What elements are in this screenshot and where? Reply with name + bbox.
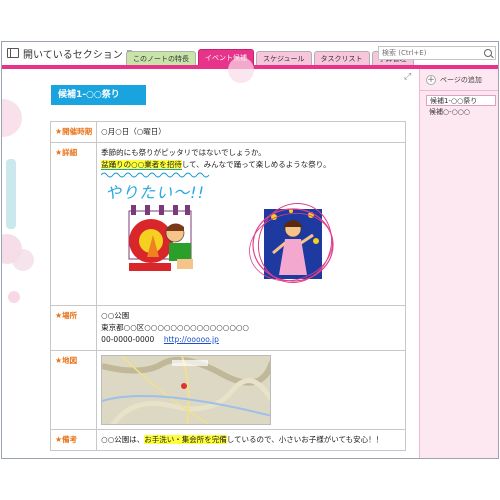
- place-name: ○○公園: [101, 311, 130, 320]
- onenote-window: 開いているセクション ▼ このノートの特長 イベント候補 スケジュール タスクリ…: [1, 41, 499, 459]
- place-address: 東京都○○区○○○○○○○○○○○○○○○○: [101, 323, 249, 332]
- detail-line: 盆踊りの○○業者を招待して、みんなで踊って楽しめるような祭り。: [101, 160, 331, 170]
- handwritten-note: やりたい〜!!: [105, 183, 206, 202]
- clipart-images: [128, 202, 334, 284]
- plus-icon: +: [426, 74, 436, 85]
- notebook-icon: [7, 48, 19, 58]
- row-label: ★詳細: [49, 142, 98, 306]
- page-list-sidebar: + ページの追加 候補1-○○祭り 候補○-○○○: [419, 69, 498, 458]
- detail-cell[interactable]: 季節的にも祭りがピッタリではないでしょうか。 盆踊りの○○業者を招待して、みんな…: [96, 142, 407, 306]
- place-url-link[interactable]: http://ooooo.jp: [164, 335, 219, 344]
- page-item-selected[interactable]: 候補1-○○祭り: [426, 95, 496, 106]
- tab-schedule[interactable]: スケジュール: [256, 51, 312, 65]
- decor-circle: [2, 99, 22, 137]
- wavy-underline: [100, 172, 210, 178]
- table-row: ★詳細 季節的にも祭りがピッタリではないでしょうか。 盆踊りの○○業者を招待して…: [49, 142, 407, 306]
- tab-notebook-features[interactable]: このノートの特長: [126, 51, 196, 65]
- search-input[interactable]: [382, 49, 482, 57]
- note-cell[interactable]: ○○公園は、お手洗い・集会所を完備しているので、小さいお子様がいても安心！！: [96, 429, 407, 451]
- map-graphic: [102, 356, 271, 424]
- map-cell[interactable]: [96, 350, 407, 430]
- page-item[interactable]: 候補○-○○○: [426, 107, 496, 118]
- tab-task-list[interactable]: タスクリスト: [313, 51, 370, 65]
- drum-clipart: [128, 205, 194, 271]
- row-label: ★場所: [49, 305, 98, 351]
- section-tabs: このノートの特長 イベント候補 スケジュール タスクリスト 予算管理: [126, 47, 416, 65]
- decor-circle: [12, 249, 34, 271]
- decor-circle: [228, 57, 254, 83]
- page-title: 候補1-○○祭り: [51, 85, 146, 105]
- highlighted-text: お手洗い・集会所を完備: [144, 435, 227, 444]
- decor-bar: [6, 159, 16, 229]
- place-contact: 00-0000-0000 http://ooooo.jp: [101, 334, 401, 346]
- date-value[interactable]: ○月○日（○曜日）: [96, 121, 407, 143]
- map-image[interactable]: [101, 355, 272, 425]
- section-dropdown[interactable]: 開いているセクション ▼: [7, 46, 132, 61]
- expand-icon[interactable]: ⤢: [404, 72, 411, 82]
- row-label: ★地図: [49, 350, 98, 430]
- page-canvas[interactable]: ⤢ 候補1-○○祭り ★開催時期 ○月○日（○曜日） ★詳細 季節的にも祭りがピ…: [2, 57, 419, 458]
- add-page-label: ページの追加: [440, 75, 482, 84]
- decor-circle: [8, 291, 20, 303]
- event-info-table: ★開催時期 ○月○日（○曜日） ★詳細 季節的にも祭りがピッタリではないでしょう…: [49, 121, 407, 451]
- detail-line: 季節的にも祭りがピッタリではないでしょうか。: [101, 148, 266, 157]
- search-box[interactable]: [378, 46, 496, 60]
- row-label: ★開催時期: [49, 121, 98, 143]
- search-icon[interactable]: [484, 49, 492, 57]
- table-row: ★場所 ○○公園 東京都○○区○○○○○○○○○○○○○○○○ 00-0000-…: [49, 305, 407, 351]
- add-page-button[interactable]: + ページの追加: [420, 69, 498, 91]
- clipart-area: [101, 201, 401, 301]
- section-title: 開いているセクション: [23, 49, 123, 61]
- table-row: ★地図: [49, 350, 407, 430]
- table-row: ★備考 ○○公園は、お手洗い・集会所を完備しているので、小さいお子様がいても安心…: [49, 429, 407, 451]
- table-row: ★開催時期 ○月○日（○曜日）: [49, 121, 407, 143]
- dancer-clipart: [249, 202, 334, 284]
- place-cell[interactable]: ○○公園 東京都○○区○○○○○○○○○○○○○○○○ 00-0000-0000…: [96, 305, 407, 351]
- place-phone: 00-0000-0000: [101, 335, 155, 344]
- highlighted-text: 盆踊りの○○業者を招待: [101, 160, 182, 170]
- row-label: ★備考: [49, 429, 98, 451]
